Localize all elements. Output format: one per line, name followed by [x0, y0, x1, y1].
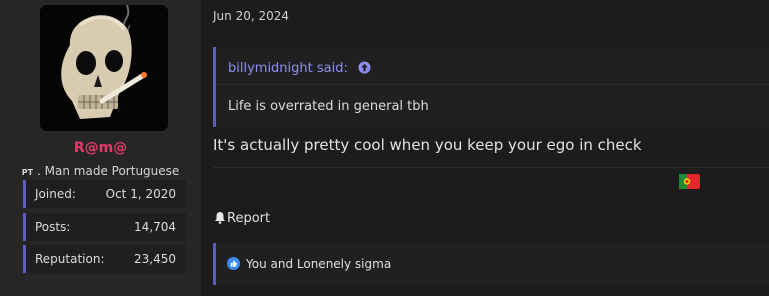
user-sidebar: R@m@ PT. Man made Portuguese Joined: Oct…	[0, 0, 201, 296]
stat-value: 23,450	[134, 252, 176, 266]
quote-divider	[216, 84, 769, 85]
report-label[interactable]: Report	[227, 211, 270, 226]
report-button[interactable]: Report	[214, 211, 270, 226]
country-code: PT	[21, 168, 34, 177]
stat-label: Joined:	[35, 187, 76, 201]
stat-label: Posts:	[35, 220, 71, 234]
post-divider	[213, 167, 769, 168]
bell-icon	[215, 212, 225, 224]
arrow-up-circle-icon[interactable]	[358, 61, 371, 74]
portugal-flag-icon	[679, 174, 700, 189]
quote-text: Life is overrated in general tbh	[228, 99, 429, 114]
stat-reputation: Reputation: 23,450	[23, 245, 186, 273]
reactions-text[interactable]: You and Lonenely sigma	[246, 257, 391, 271]
user-title-text: Man made Portuguese	[44, 164, 180, 178]
username[interactable]: R@m@	[0, 140, 201, 156]
avatar[interactable]	[40, 5, 168, 131]
user-title: PT. Man made Portuguese	[21, 164, 180, 178]
skull-avatar-image	[40, 5, 168, 131]
quote-block: billymidnight said: Life is overrated in…	[213, 47, 769, 127]
reactions-bar: You and Lonenely sigma	[213, 243, 769, 285]
post-date[interactable]: Jun 20, 2024	[213, 9, 289, 23]
stat-posts: Posts: 14,704	[23, 213, 186, 241]
thumbs-up-icon	[227, 257, 240, 270]
quote-author-label[interactable]: billymidnight said:	[228, 61, 348, 76]
stat-joined: Joined: Oct 1, 2020	[23, 180, 186, 208]
stat-label: Reputation:	[35, 252, 105, 266]
post-message: It's actually pretty cool when you keep …	[213, 136, 642, 154]
quote-author[interactable]: billymidnight said:	[228, 61, 371, 76]
stat-value[interactable]: 14,704	[134, 220, 176, 234]
stat-value: Oct 1, 2020	[105, 187, 176, 201]
